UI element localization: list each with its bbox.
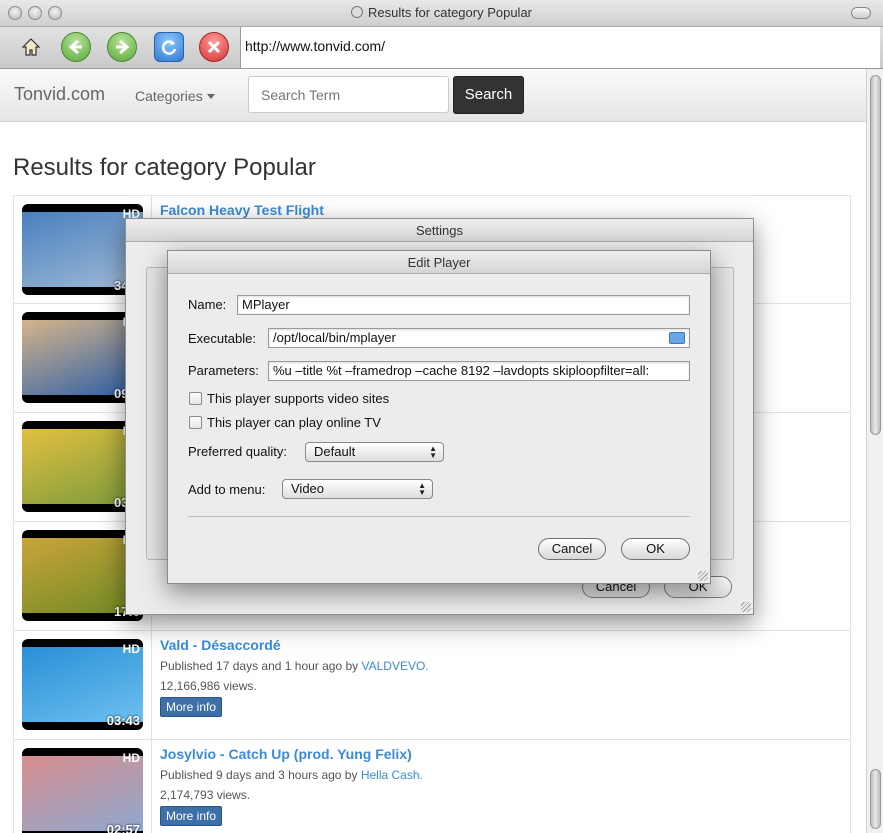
categories-dropdown[interactable]: Categories [135,88,215,104]
window-title-text: Results for category Popular [367,5,533,20]
reload-button[interactable] [154,32,184,62]
video-info: Vald - Désaccordé Published 17 days and … [160,637,429,717]
parameters-label: Parameters: [188,363,259,378]
back-button[interactable] [61,32,91,62]
cancel-button[interactable]: Cancel [538,538,606,560]
video-title-link[interactable]: Vald - Désaccordé [160,637,429,653]
home-icon [21,38,41,56]
updown-arrows-icon: ▲ ▼ [418,481,426,497]
arrow-right-icon [116,39,130,55]
published-text: Published 9 days and 3 hours ago by [160,768,358,782]
search-input[interactable] [248,76,449,113]
list-item: HD 02:57 Josylvio - Catch Up (prod. Yung … [13,740,851,833]
toolbar-toggle-button[interactable] [851,7,871,19]
page-title: Results for category Popular [13,154,316,181]
window-titlebar: Results for category Popular [0,0,883,27]
page-scrollbar[interactable] [866,69,883,833]
thumbnail-cell: HD 03:43 [14,631,152,739]
stop-icon [207,40,221,54]
divider [188,516,690,517]
parameters-field[interactable]: %u –title %t –framedrop –cache 8192 –lav… [268,361,690,381]
quality-select[interactable]: Default ▲ ▼ [305,442,444,462]
video-published: Published 17 days and 1 hour ago by VALD… [160,659,429,673]
site-brand[interactable]: Tonvid.com [14,84,105,105]
caret-down-icon [206,94,215,99]
view-count: 2,174,793 views. [160,788,251,802]
video-sites-checkbox[interactable] [189,392,202,405]
stop-button[interactable] [199,32,229,62]
more-info-button[interactable]: More info [160,806,223,826]
video-thumbnail[interactable]: HD 03:43 [22,639,143,730]
video-title-link[interactable]: Falcon Heavy Test Flight [160,202,324,218]
name-field[interactable]: MPlayer [237,295,690,315]
executable-value: /opt/local/bin/mplayer [273,330,396,345]
edit-player-title: Edit Player [168,251,710,274]
published-text: Published 17 days and 1 hour ago by [160,659,359,673]
video-title-link[interactable]: Josylvio - Catch Up (prod. Yung Felix) [160,746,423,762]
browser-toolbar: http://www.tonvid.com/ [0,27,883,69]
video-info: Falcon Heavy Test Flight [160,202,324,218]
updown-arrows-icon: ▲ ▼ [429,444,437,460]
home-button[interactable] [16,32,46,62]
search-button[interactable]: Search [453,76,524,114]
globe-icon [350,6,363,18]
video-thumbnail[interactable]: HD 02:57 [22,748,143,833]
quality-value: Default [314,444,356,459]
settings-dialog-title: Settings [126,219,753,242]
video-published: Published 9 days and 3 hours ago by Hell… [160,768,423,782]
duration-label: 03:43 [106,713,140,728]
list-item: HD 03:43 Vald - Désaccordé Published 17 d… [13,631,851,740]
forward-button[interactable] [107,32,137,62]
thumbnail-cell: HD 02:57 [14,740,152,833]
video-sites-label: This player supports video sites [207,391,390,406]
channel-link[interactable]: VALDVEVO. [362,659,429,673]
menu-value: Video [291,481,325,496]
online-tv-label: This player can play online TV [207,415,381,430]
window-title: Results for category Popular [0,5,883,20]
video-info: Josylvio - Catch Up (prod. Yung Felix) P… [160,746,423,826]
channel-link[interactable]: Hella Cash. [361,768,423,782]
site-navbar: Tonvid.com Categories Search [0,69,866,122]
duration-label: 02:57 [106,822,140,833]
quality-label: Preferred quality: [188,444,287,459]
scrollbar-thumb[interactable] [870,75,881,435]
categories-label: Categories [135,88,203,104]
scrollbar-thumb-lower[interactable] [870,769,881,829]
resize-grip-icon[interactable] [698,571,708,581]
menu-select[interactable]: Video ▲ ▼ [282,479,433,499]
executable-field[interactable]: /opt/local/bin/mplayer [268,328,690,348]
address-bar[interactable]: http://www.tonvid.com/ [240,27,880,68]
executable-label: Executable: [188,331,256,346]
view-count: 12,166,986 views. [160,679,257,693]
thumbnail-image [22,647,143,722]
more-info-button[interactable]: More info [160,697,223,717]
thumbnail-image [22,756,143,831]
refresh-icon [161,40,177,55]
edit-player-dialog: Edit Player Name: MPlayer Executable: /o… [167,250,711,584]
online-tv-checkbox[interactable] [189,416,202,429]
ok-button[interactable]: OK [621,538,690,560]
resize-grip-icon[interactable] [741,602,751,612]
hd-badge: HD [122,751,140,765]
name-label: Name: [188,297,227,312]
folder-icon[interactable] [669,332,685,344]
arrow-left-icon [68,39,82,55]
hd-badge: HD [122,642,140,656]
menu-label: Add to menu: [188,482,266,497]
